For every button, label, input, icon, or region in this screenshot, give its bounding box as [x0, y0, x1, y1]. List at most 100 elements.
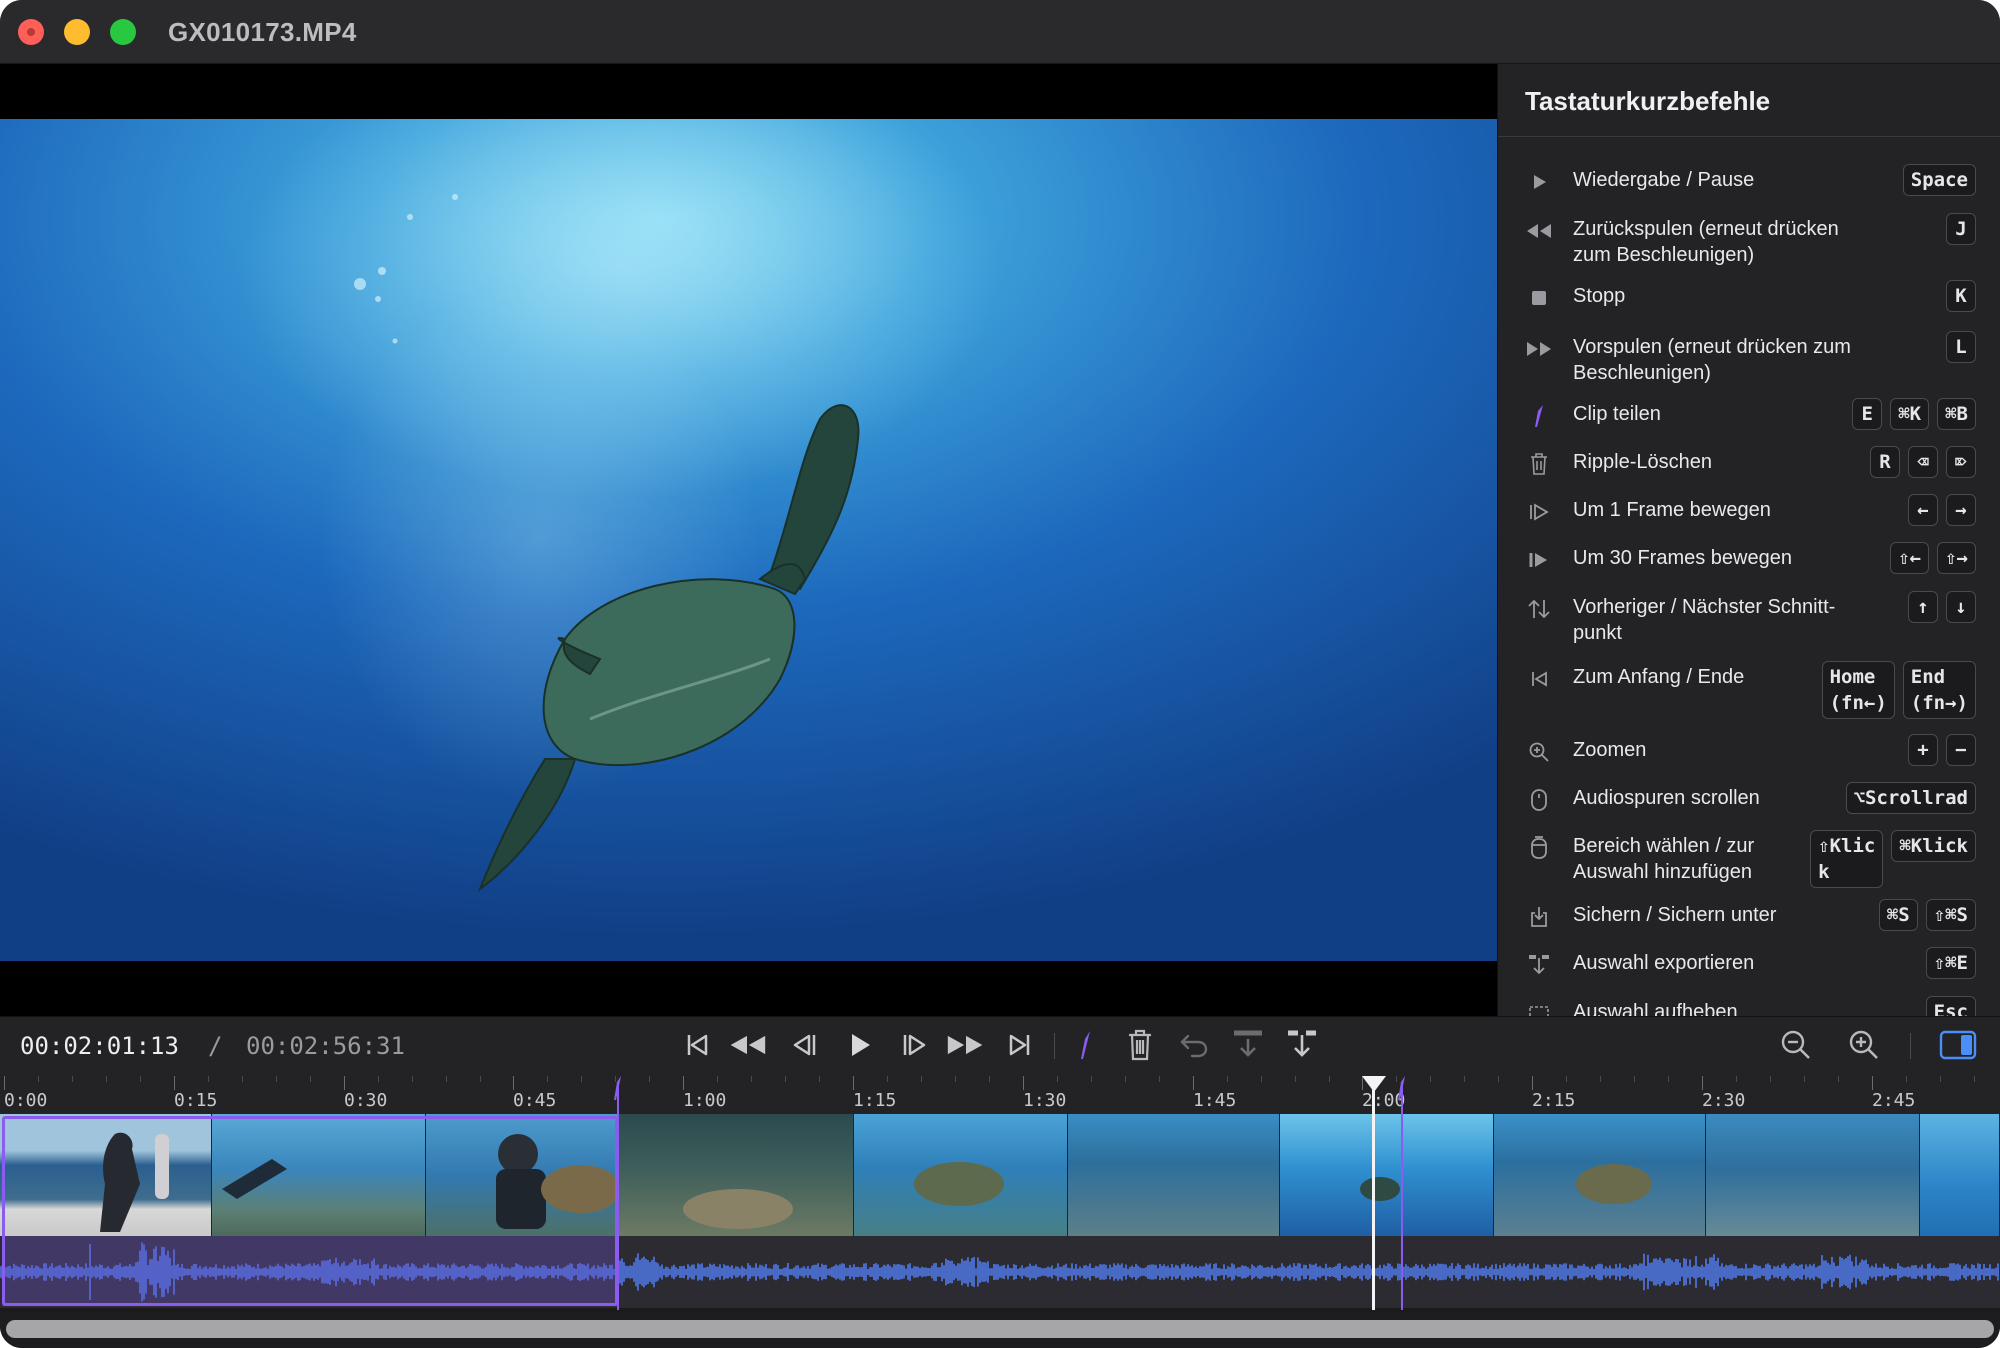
playhead[interactable] — [1372, 1082, 1375, 1310]
zoom-window-button[interactable] — [110, 19, 136, 45]
rewind-icon — [730, 1035, 766, 1055]
keycap: ⌘K — [1890, 398, 1930, 430]
ruler-minor-tick — [989, 1076, 990, 1082]
timeline-scrollbar[interactable] — [6, 1320, 1994, 1338]
keycap: ⌦ — [1946, 446, 1976, 478]
ruler-minor-tick — [955, 1076, 956, 1082]
save-icon — [1526, 904, 1552, 930]
ruler-minor-tick — [1838, 1076, 1839, 1082]
go-to-start-button[interactable] — [677, 1027, 717, 1063]
keycap: ⌘Klick — [1891, 830, 1976, 862]
shortcut-keys: Home (fn←) End (fn→) — [1821, 661, 1976, 719]
export-all-button[interactable] — [1282, 1027, 1322, 1063]
ruler-tick — [1702, 1076, 1703, 1090]
split-point-marker[interactable] — [613, 1076, 623, 1100]
frame-forward-icon — [903, 1034, 926, 1056]
previous-frame-button[interactable] — [784, 1027, 824, 1063]
ruler-tick — [344, 1076, 345, 1090]
ruler-tick — [853, 1076, 854, 1090]
ruler-minor-tick — [1091, 1076, 1092, 1082]
window-title: GX010173.MP4 — [168, 17, 357, 47]
zoom-in-icon — [1849, 1030, 1878, 1059]
keycap: + — [1908, 734, 1938, 766]
ruler-minor-tick — [1329, 1076, 1330, 1082]
ruler-tick-label: 0:15 — [174, 1090, 218, 1111]
go-to-end-button[interactable] — [1000, 1027, 1040, 1063]
playhead-handle[interactable] — [1362, 1076, 1386, 1092]
shortcut-label: Zum Anfang / Ende — [1573, 666, 1745, 688]
ruler-minor-tick — [1940, 1076, 1941, 1082]
ruler-minor-tick — [378, 1076, 379, 1082]
shortcut-label: Ripple-Löschen — [1573, 451, 1712, 473]
ruler-minor-tick — [72, 1076, 73, 1082]
keycap: ← — [1908, 494, 1938, 526]
panel-title: Tastaturkurzbefehle — [1525, 86, 1771, 116]
filmstrip-frame — [1280, 1114, 1494, 1236]
ruler-minor-tick — [1566, 1076, 1567, 1082]
time-ruler[interactable]: 0:00 0:15 0:30 0:45 1:00 1:15 1:30 1:45 2:00 2:15… — [0, 1072, 2000, 1114]
diver-on-boat-thumbnail — [100, 1132, 169, 1232]
trash-icon — [1129, 1029, 1151, 1061]
ruler-minor-tick — [480, 1076, 481, 1082]
ruler-minor-tick — [1736, 1076, 1737, 1082]
ruler-minor-tick — [38, 1076, 39, 1082]
timeline[interactable]: 0:00 0:15 0:30 0:45 1:00 1:15 1:30 1:45 2:00 2:15… — [0, 1072, 2000, 1348]
zoom-icon — [1526, 739, 1552, 765]
zoom-out-icon — [1781, 1030, 1810, 1059]
keycap: Space — [1902, 164, 1976, 196]
title-bar: GX010173.MP4 — [0, 0, 2000, 64]
shortcut-label: Sichern / Sichern unter — [1573, 904, 1777, 926]
shortcut-keys: Space — [1902, 164, 1976, 196]
skip-to-start-icon — [1526, 666, 1552, 692]
export-icon — [1234, 1030, 1262, 1057]
shortcut-label: Um 1 Frame bewegen — [1573, 499, 1771, 521]
export-icon — [1526, 952, 1552, 978]
keycap: L — [1946, 331, 1976, 363]
ruler-minor-tick — [819, 1076, 820, 1082]
mouse-icon — [1526, 787, 1552, 813]
undo-button[interactable] — [1174, 1027, 1214, 1063]
keycap: End (fn→) — [1902, 661, 1976, 719]
ruler-tick-label: 0:45 — [513, 1090, 557, 1111]
split-clip-button[interactable] — [1066, 1027, 1106, 1063]
close-window-button[interactable] — [18, 19, 44, 45]
next-frame-button[interactable] — [895, 1027, 935, 1063]
frame-step-icon — [1526, 499, 1552, 525]
video-track-filmstrip[interactable] — [0, 1114, 2000, 1236]
ruler-tick — [1872, 1076, 1873, 1090]
export-selection-button[interactable] — [1228, 1027, 1268, 1063]
toolbar-divider — [1910, 1033, 1911, 1059]
zoom-in-button[interactable] — [1844, 1027, 1884, 1063]
filmstrip-frame — [1706, 1114, 1920, 1236]
play-button[interactable] — [840, 1027, 880, 1063]
diver-swimming-thumbnail — [222, 1159, 287, 1199]
video-viewer — [0, 64, 1497, 1016]
shortcut-keys: K — [1946, 280, 1976, 312]
ruler-minor-tick — [751, 1076, 752, 1082]
minimize-window-button[interactable] — [64, 19, 90, 45]
shortcut-label: Stopp — [1573, 285, 1626, 307]
ruler-minor-tick — [1804, 1076, 1805, 1082]
undo-icon — [1180, 1034, 1208, 1058]
delete-button[interactable] — [1120, 1027, 1160, 1063]
ruler-tick — [174, 1076, 175, 1090]
shortcut-keys: + − — [1908, 734, 1976, 766]
toggle-sidebar-button[interactable] — [1938, 1027, 1978, 1063]
zoom-out-button[interactable] — [1776, 1027, 1816, 1063]
ruler-minor-tick — [242, 1076, 243, 1082]
rewind-button[interactable] — [727, 1027, 767, 1063]
shortcut-label: Zurückspulen (erneut drücken zum Beschle… — [1573, 218, 1839, 266]
selection-highlight — [2, 1236, 618, 1306]
shortcut-keys: Esc — [1925, 996, 1976, 1016]
ruler-minor-tick — [1634, 1076, 1635, 1082]
split-point-marker[interactable] — [1397, 1076, 1407, 1100]
panel-divider — [1498, 136, 2000, 137]
keycap: ⇧⌘E — [1925, 947, 1976, 979]
shortcut-keys: J — [1946, 213, 1976, 245]
keycap: ⇧← — [1890, 542, 1930, 574]
fast-forward-button[interactable] — [946, 1027, 986, 1063]
ruler-tick-label: 1:15 — [853, 1090, 897, 1111]
split-clip-icon — [1526, 403, 1552, 429]
shortcut-label: Wiedergabe / Pause — [1573, 169, 1755, 191]
keycap: E — [1852, 398, 1883, 430]
